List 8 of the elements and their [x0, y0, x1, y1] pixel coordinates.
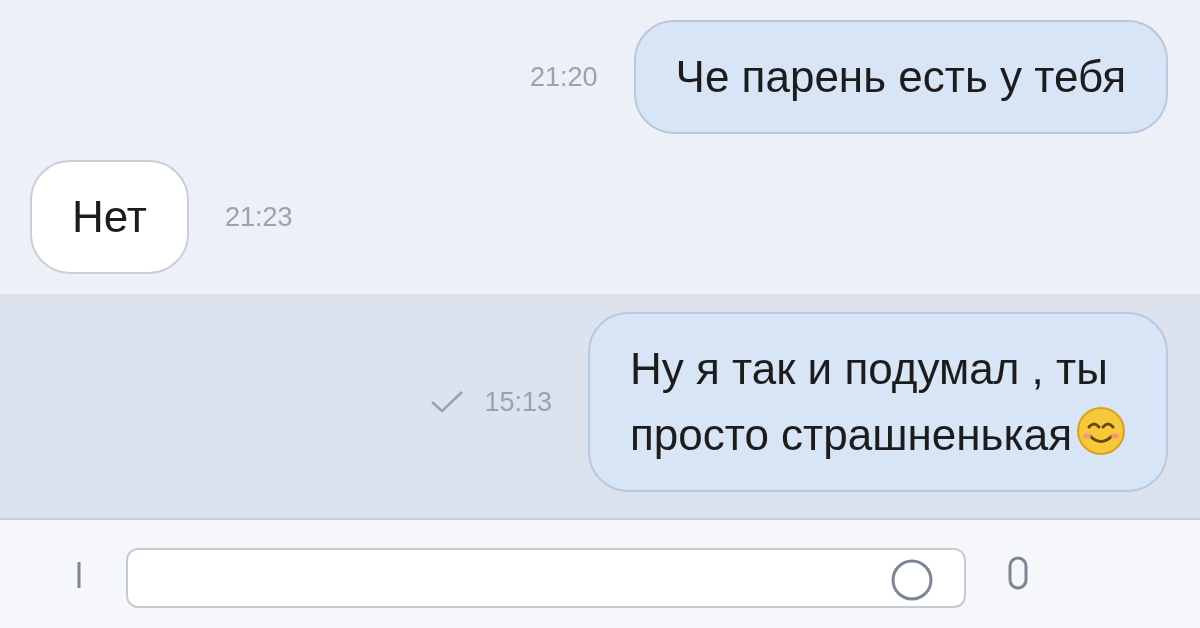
message-input-field[interactable]: [126, 548, 966, 608]
message-time: 21:23: [224, 200, 293, 234]
message-text: просто страшненькая: [629, 410, 1072, 459]
message-time: 15:13: [484, 385, 552, 419]
message-text: Нет: [72, 192, 147, 241]
message-text: Че парень есть у тебя: [675, 52, 1126, 101]
message-time: 21:20: [530, 60, 598, 94]
message-text: Ну я так и подумал , ты: [629, 344, 1108, 393]
